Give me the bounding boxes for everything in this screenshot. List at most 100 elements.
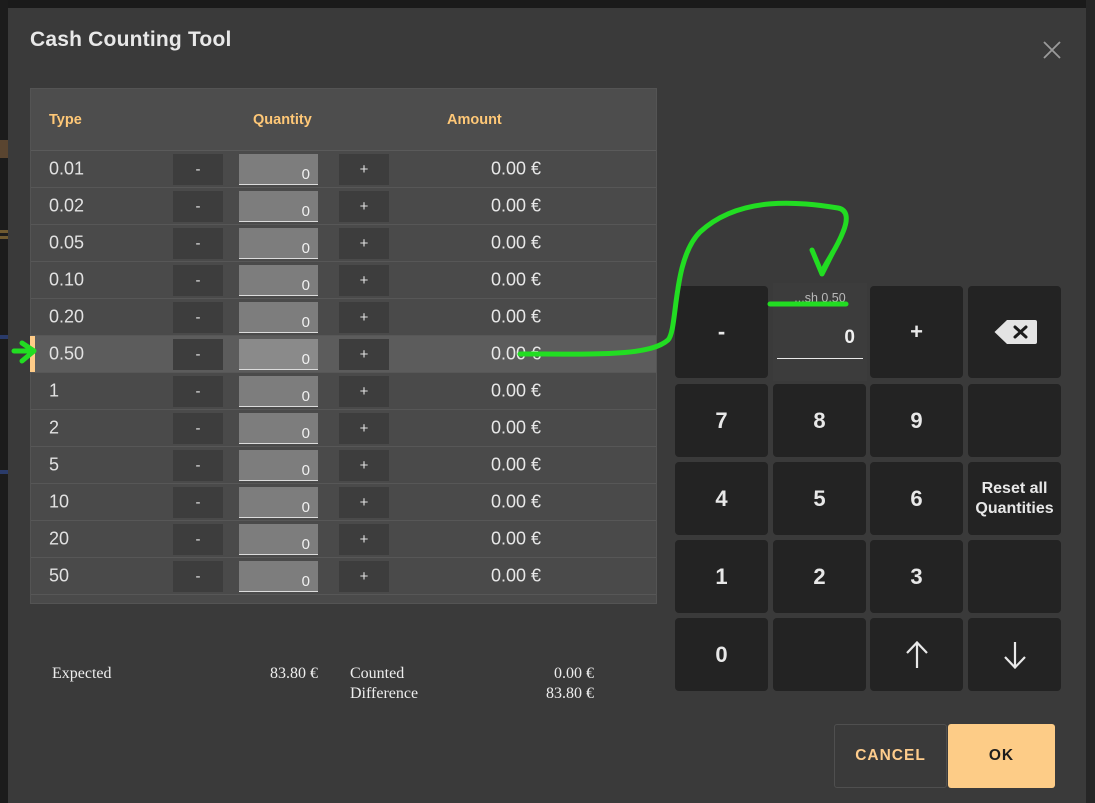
- close-icon[interactable]: [1032, 30, 1072, 70]
- difference-value: 83.80 €: [500, 685, 594, 703]
- row-amount: 0.00 €: [419, 159, 541, 180]
- quantity-keypad-input-label: ...sh 0.50: [773, 291, 867, 305]
- row-increment-button[interactable]: +: [339, 191, 389, 222]
- cancel-button[interactable]: CANCEL: [834, 724, 947, 788]
- row-decrement-button[interactable]: -: [173, 413, 223, 444]
- row-denomination: 20: [49, 529, 69, 550]
- table-row[interactable]: 1-0+0.00 €: [31, 373, 656, 410]
- column-header-type: Type: [49, 112, 82, 128]
- quantity-keypad-input[interactable]: ...sh 0.50 0: [773, 283, 867, 381]
- row-quantity-input[interactable]: 0: [239, 376, 318, 407]
- keypad-key-0[interactable]: 0: [675, 618, 768, 691]
- row-denomination: 0.50: [49, 344, 84, 365]
- row-decrement-button[interactable]: -: [173, 376, 223, 407]
- summary-totals: Expected 83.80 € Counted 0.00 € Differen…: [30, 653, 650, 713]
- row-quantity-input[interactable]: 0: [239, 524, 318, 555]
- table-row[interactable]: 20-0+0.00 €: [31, 521, 656, 558]
- ok-button[interactable]: OK: [948, 724, 1055, 788]
- row-quantity-input[interactable]: 0: [239, 561, 318, 592]
- row-quantity-value: 0: [302, 240, 310, 257]
- keypad-key-4[interactable]: 4: [675, 462, 768, 535]
- row-amount: 0.00 €: [419, 418, 541, 439]
- backspace-button[interactable]: [968, 286, 1061, 378]
- row-increment-button[interactable]: +: [339, 487, 389, 518]
- reset-label-line2: Quantities: [975, 499, 1053, 519]
- row-quantity-value: 0: [302, 425, 310, 442]
- row-increment-button[interactable]: +: [339, 524, 389, 555]
- row-increment-button[interactable]: +: [339, 450, 389, 481]
- row-quantity-value: 0: [302, 573, 310, 590]
- table-row[interactable]: 2-0+0.00 €: [31, 410, 656, 447]
- row-amount: 0.00 €: [419, 307, 541, 328]
- keypad-key-2[interactable]: 2: [773, 540, 866, 613]
- arrow-down-icon: [998, 638, 1032, 672]
- row-decrement-button[interactable]: -: [173, 191, 223, 222]
- row-quantity-input[interactable]: 0: [239, 154, 318, 185]
- row-amount: 0.00 €: [419, 270, 541, 291]
- table-row[interactable]: 0.20-0+0.00 €: [31, 299, 656, 336]
- row-quantity-value: 0: [302, 166, 310, 183]
- row-quantity-value: 0: [302, 277, 310, 294]
- row-increment-button[interactable]: +: [339, 154, 389, 185]
- table-row[interactable]: 0.05-0+0.00 €: [31, 225, 656, 262]
- keypad-key-6[interactable]: 6: [870, 462, 963, 535]
- input-underline: [777, 358, 863, 360]
- table-body: 0.01-0+0.00 €0.02-0+0.00 €0.05-0+0.00 €0…: [31, 151, 656, 595]
- counted-value: 0.00 €: [500, 665, 594, 683]
- table-row[interactable]: 0.02-0+0.00 €: [31, 188, 656, 225]
- keypad-key-3[interactable]: 3: [870, 540, 963, 613]
- row-quantity-input[interactable]: 0: [239, 302, 318, 333]
- row-quantity-input[interactable]: 0: [239, 228, 318, 259]
- row-quantity-input[interactable]: 0: [239, 450, 318, 481]
- keypad-key-9[interactable]: 9: [870, 384, 963, 457]
- sliver-mark: [0, 140, 8, 158]
- row-decrement-button[interactable]: -: [173, 561, 223, 592]
- sliver-mark: [0, 236, 8, 239]
- arrow-up-icon: [900, 638, 934, 672]
- row-increment-button[interactable]: +: [339, 413, 389, 444]
- table-row[interactable]: 10-0+0.00 €: [31, 484, 656, 521]
- table-row[interactable]: 0.50-0+0.00 €: [31, 336, 656, 373]
- row-denomination: 0.10: [49, 270, 84, 291]
- row-decrement-button[interactable]: -: [173, 265, 223, 296]
- row-decrement-button[interactable]: -: [173, 302, 223, 333]
- keypad-key-7[interactable]: 7: [675, 384, 768, 457]
- row-quantity-input[interactable]: 0: [239, 191, 318, 222]
- row-quantity-input[interactable]: 0: [239, 265, 318, 296]
- table-row[interactable]: 0.10 - 0 +0.00 €: [31, 262, 656, 299]
- row-decrement-button[interactable]: -: [173, 339, 223, 370]
- row-increment-button[interactable]: +: [339, 265, 389, 296]
- row-decrement-button[interactable]: -: [173, 154, 223, 185]
- row-quantity-input[interactable]: 0: [239, 339, 318, 370]
- keypad-blank-3: [773, 618, 866, 691]
- counted-label: Counted: [350, 665, 404, 683]
- row-quantity-input[interactable]: 0: [239, 487, 318, 518]
- row-quantity-input[interactable]: 0: [239, 413, 318, 444]
- keypad-minus-button[interactable]: -: [675, 286, 768, 378]
- row-decrement-button[interactable]: -: [173, 487, 223, 518]
- row-amount: 0.00 €: [419, 492, 541, 513]
- row-decrement-button[interactable]: -: [173, 450, 223, 481]
- row-increment-button[interactable]: +: [339, 376, 389, 407]
- table-row[interactable]: 0.01-0+0.00 €: [31, 151, 656, 188]
- keypad-plus-button[interactable]: +: [870, 286, 963, 378]
- keypad-key-5[interactable]: 5: [773, 462, 866, 535]
- arrow-down-button[interactable]: [968, 618, 1061, 691]
- row-amount: 0.00 €: [419, 566, 541, 587]
- row-increment-button[interactable]: +: [339, 302, 389, 333]
- row-decrement-button[interactable]: -: [173, 524, 223, 555]
- keypad-key-1[interactable]: 1: [675, 540, 768, 613]
- row-decrement-button[interactable]: -: [173, 228, 223, 259]
- keypad-key-8[interactable]: 8: [773, 384, 866, 457]
- reset-all-quantities-button[interactable]: Reset all Quantities: [968, 462, 1061, 535]
- row-increment-button[interactable]: +: [339, 228, 389, 259]
- arrow-up-button[interactable]: [870, 618, 963, 691]
- row-denomination: 5: [49, 455, 59, 476]
- row-increment-button[interactable]: +: [339, 561, 389, 592]
- dialog-titlebar: Cash Counting Tool: [8, 8, 1086, 84]
- table-row[interactable]: 50-0+0.00 €: [31, 558, 656, 595]
- row-selected-indicator: [30, 336, 35, 372]
- numeric-keypad: - ...sh 0.50 0 + 7 8 9 4 5 6 Reset all: [667, 283, 1057, 685]
- table-row[interactable]: 5-0+0.00 €: [31, 447, 656, 484]
- row-increment-button[interactable]: +: [339, 339, 389, 370]
